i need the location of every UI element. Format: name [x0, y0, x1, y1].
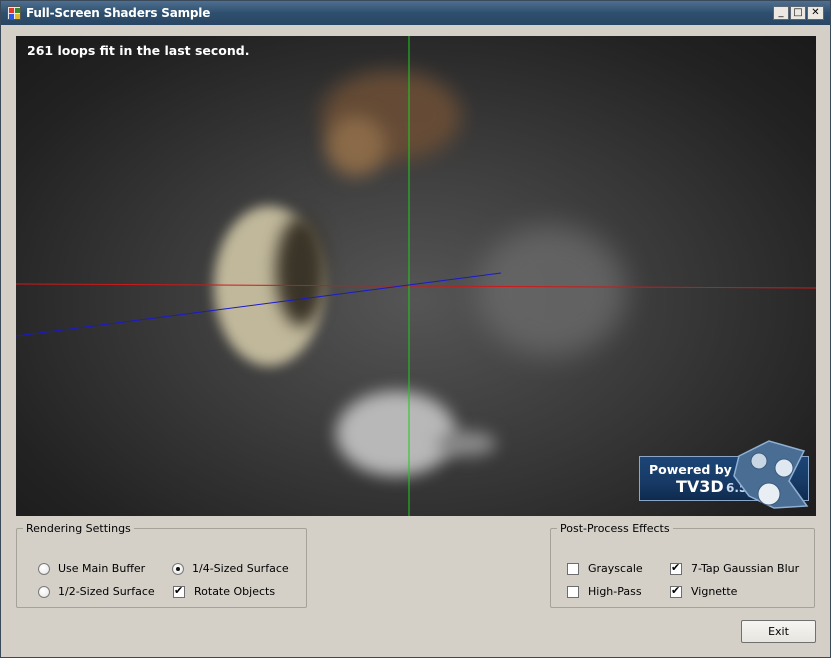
radio-quarter-sized-surface[interactable]: 1/4-Sized Surface: [172, 562, 289, 575]
close-button[interactable]: ✕: [807, 6, 824, 20]
checkbox-grayscale[interactable]: Grayscale: [567, 562, 643, 575]
x-axis-line: [16, 283, 816, 289]
checkmark-icon: [670, 561, 682, 575]
app-window: Full-Screen Shaders Sample _ □ ✕ 261 loo…: [0, 0, 831, 658]
post-process-effects-group: Post-Process Effects Grayscale 7-Tap Gau…: [550, 522, 815, 608]
fps-status-text: 261 loops fit in the last second.: [27, 43, 250, 58]
render-viewport[interactable]: 261 loops fit in the last second. Powere…: [16, 36, 816, 516]
badge-product: TV3D: [676, 477, 724, 496]
window-title: Full-Screen Shaders Sample: [26, 6, 211, 20]
radio-selected-icon: [172, 562, 184, 575]
option-label: Grayscale: [588, 562, 643, 575]
checkbox-vignette[interactable]: Vignette: [670, 584, 738, 598]
checkbox-gaussian-blur[interactable]: 7-Tap Gaussian Blur: [670, 561, 800, 575]
title-bar[interactable]: Full-Screen Shaders Sample _ □ ✕: [1, 1, 830, 25]
maximize-button[interactable]: □: [790, 6, 806, 20]
radio-circle-icon: [38, 585, 50, 598]
z-axis-line: [16, 272, 502, 337]
checkmark-icon: [670, 584, 682, 598]
checkbox-rotate-objects[interactable]: Rotate Objects: [173, 584, 276, 598]
post-process-legend: Post-Process Effects: [560, 522, 670, 535]
checkbox-high-pass[interactable]: High-Pass: [567, 585, 642, 598]
radio-use-main-buffer[interactable]: Use Main Buffer: [38, 562, 145, 575]
option-label: Rotate Objects: [194, 585, 276, 598]
exit-button[interactable]: Exit: [741, 620, 816, 643]
minimize-button[interactable]: _: [773, 6, 789, 20]
axis-lines: [16, 36, 816, 516]
option-label: 7-Tap Gaussian Blur: [691, 562, 800, 575]
window-controls: _ □ ✕: [773, 6, 824, 20]
option-label: Use Main Buffer: [58, 562, 146, 575]
checkbox-icon: [567, 585, 579, 598]
checkbox-icon: [567, 562, 579, 575]
rendering-settings-legend: Rendering Settings: [26, 522, 131, 535]
app-icon[interactable]: [7, 6, 21, 20]
option-label: 1/4-Sized Surface: [192, 562, 289, 575]
radio-circle-icon: [38, 562, 50, 575]
radio-half-sized-surface[interactable]: 1/2-Sized Surface: [38, 585, 155, 598]
badge-powered-by: Powered by: [649, 462, 732, 477]
option-label: Vignette: [691, 585, 738, 598]
checkmark-icon: [173, 584, 185, 598]
option-label: High-Pass: [588, 585, 642, 598]
tv3d-logo-icon: [733, 440, 809, 509]
rendering-settings-group: Rendering Settings Use Main Buffer 1/4-S…: [16, 522, 307, 608]
option-label: 1/2-Sized Surface: [58, 585, 155, 598]
